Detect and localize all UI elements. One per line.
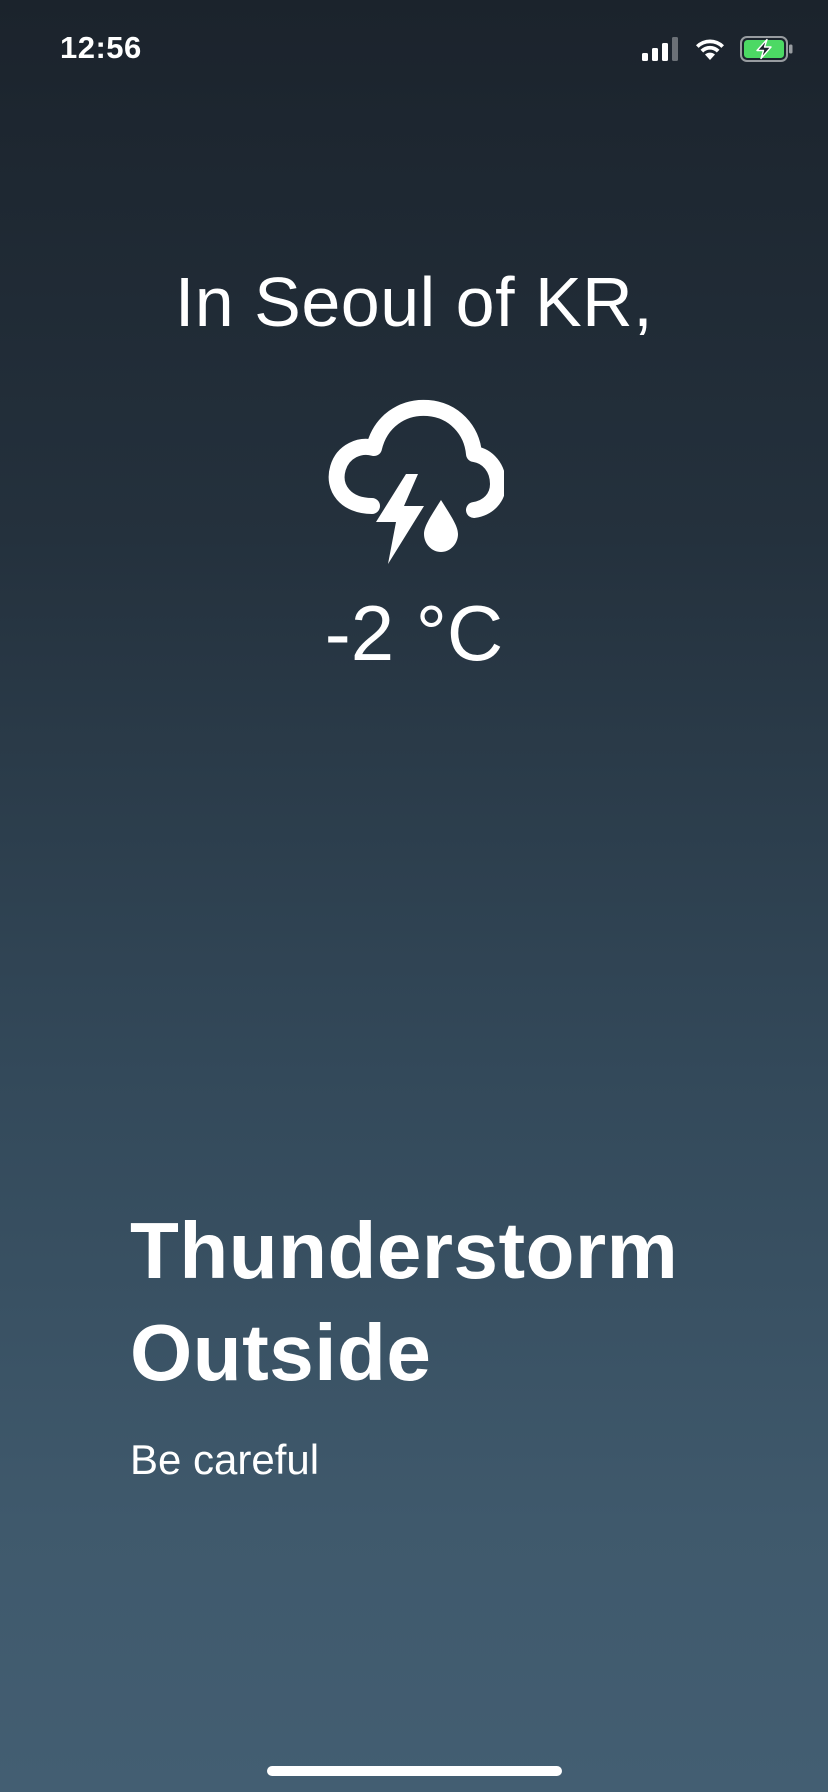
status-time: 12:56 — [60, 30, 142, 65]
condition-line-1: Thunderstorm — [130, 1206, 679, 1295]
weather-screen: 12:56 In Seoul of KR, -2 °C Thunderstorm… — [0, 0, 828, 1792]
battery-charging-icon — [740, 35, 794, 67]
cellular-signal-icon — [642, 36, 680, 66]
condition-message: Be careful — [130, 1436, 320, 1483]
location-heading: In Seoul of KR, — [174, 263, 654, 341]
condition-title: Thunderstorm Outside — [130, 1200, 770, 1404]
wifi-icon — [694, 37, 726, 66]
condition-line-2: Outside — [130, 1308, 432, 1397]
thunderstorm-rain-icon — [324, 398, 506, 566]
status-icons — [642, 35, 794, 67]
temperature-value: -2 °C — [324, 589, 504, 677]
home-indicator[interactable] — [267, 1766, 562, 1776]
status-bar: 12:56 — [0, 0, 828, 100]
